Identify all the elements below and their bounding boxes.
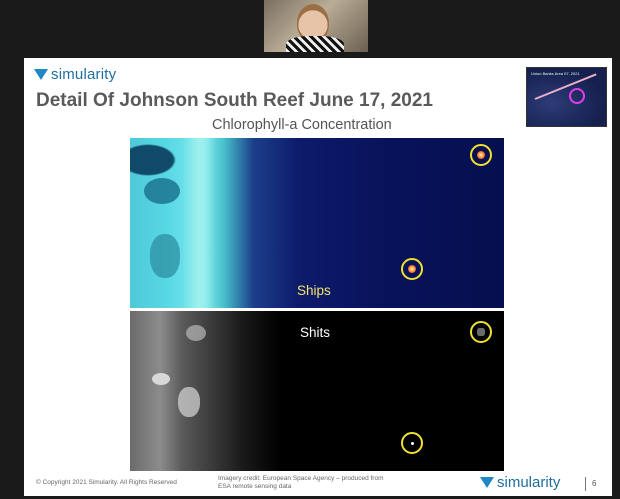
ship-highlight-ring [470, 321, 492, 343]
ship-marker [408, 265, 416, 273]
ship-highlight-ring [401, 258, 423, 280]
reef-patch [150, 234, 180, 278]
thumbnail-highlight-circle [569, 88, 585, 104]
reef-patch [144, 178, 180, 204]
ship-marker [411, 442, 414, 445]
grayscale-satellite-image: Shits [130, 311, 504, 471]
thumbnail-title: Union Banks Area 07, 2021 [531, 71, 580, 76]
chlorophyll-satellite-image: Ships [130, 138, 504, 308]
ships-label: Ships [297, 283, 331, 298]
participant-shirt [286, 36, 344, 52]
header-logo: simularity [34, 65, 116, 83]
reef-shoreline [182, 138, 216, 308]
reef-patch [186, 325, 206, 341]
slide-subtitle: Chlorophyll-a Concentration [212, 117, 392, 133]
overview-map-thumbnail: Union Banks Area 07, 2021 [526, 67, 607, 127]
ship-marker [477, 151, 485, 159]
logo-triangle-icon [34, 68, 48, 80]
footer-divider [585, 477, 586, 491]
page-number: 6 [592, 479, 597, 488]
reef-patch [178, 387, 200, 417]
footer-image-credit: Imagery credit: European Space Agency – … [218, 475, 384, 490]
ship-highlight-ring [401, 432, 423, 454]
logo-triangle-icon [480, 477, 494, 488]
footer-copyright: © Copyright 2021 Simularity. All Rights … [36, 479, 177, 486]
shits-label: Shits [300, 325, 331, 340]
participant-video[interactable] [264, 0, 368, 52]
footer-logo: simularity [480, 474, 560, 491]
footer-logo-text: simularity [497, 474, 561, 491]
thumbnail-track [534, 73, 597, 100]
ship-highlight-ring [470, 144, 492, 166]
ship-marker [477, 328, 485, 336]
logo-text: simularity [51, 65, 117, 83]
reef-patch [152, 373, 170, 385]
slide-title: Detail Of Johnson South Reef June 17, 20… [36, 90, 433, 111]
shared-slide: simularity Detail Of Johnson South Reef … [24, 58, 612, 496]
